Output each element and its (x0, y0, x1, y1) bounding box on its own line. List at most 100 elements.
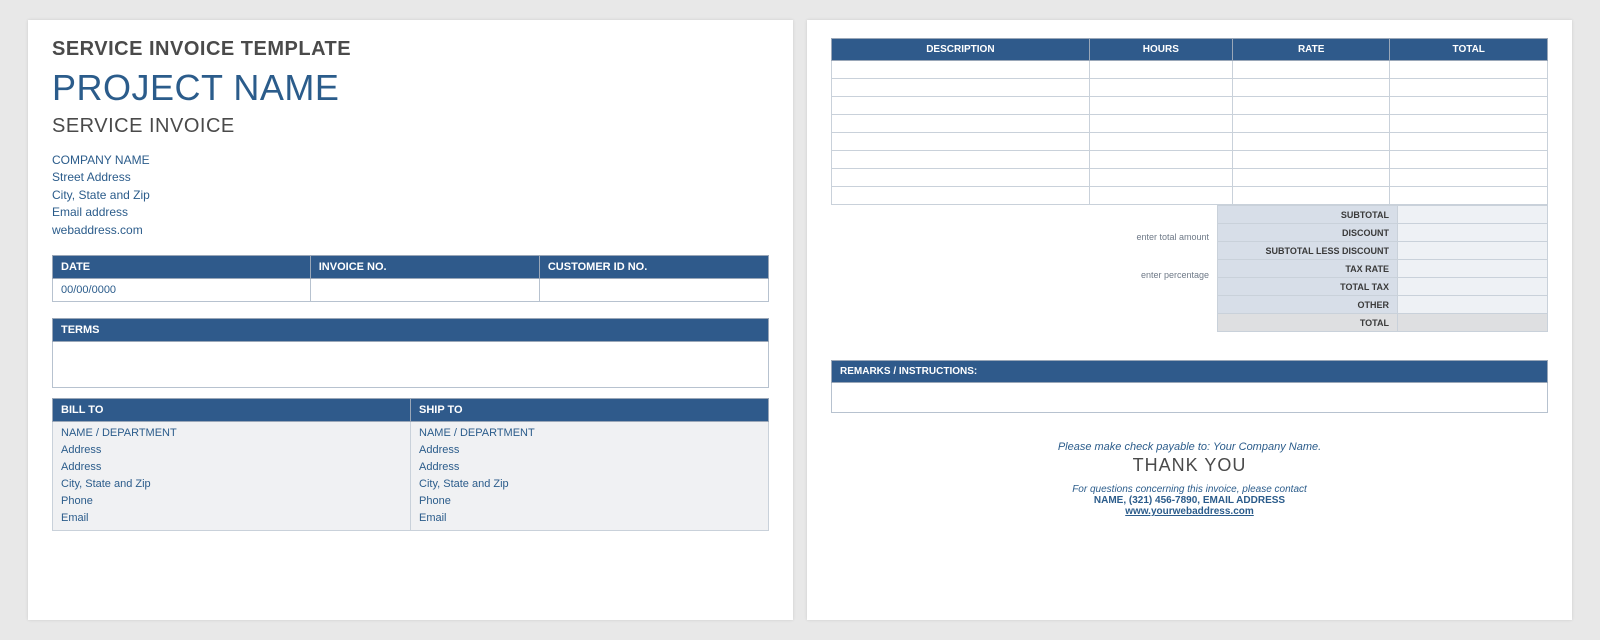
table-cell[interactable] (1232, 61, 1390, 79)
remarks-header: REMARKS / INSTRUCTIONS: (831, 360, 1548, 383)
date-value[interactable]: 00/00/0000 (53, 278, 311, 301)
table-cell[interactable] (1390, 169, 1548, 187)
table-cell[interactable] (832, 187, 1090, 205)
shipto-line: Address (419, 459, 760, 476)
shipto-line: Address (419, 442, 760, 459)
invoice-header: INVOICE NO. (310, 255, 539, 278)
billto-line: Email (61, 510, 402, 527)
totals-row: SUBTOTAL (1218, 206, 1548, 224)
totals-table: SUBTOTALDISCOUNTSUBTOTAL LESS DISCOUNTTA… (1217, 205, 1548, 332)
totals-value[interactable] (1398, 296, 1548, 314)
table-row[interactable] (832, 187, 1548, 205)
table-cell[interactable] (832, 97, 1090, 115)
invoice-page-1: SERVICE INVOICE TEMPLATE PROJECT NAME SE… (28, 20, 793, 620)
shipto-header: SHIP TO (411, 398, 769, 421)
table-cell[interactable] (1232, 115, 1390, 133)
company-block: COMPANY NAME Street Address City, State … (52, 152, 769, 239)
col-description: DESCRIPTION (832, 39, 1090, 61)
totals-label: OTHER (1218, 296, 1398, 314)
table-cell[interactable] (1089, 169, 1232, 187)
table-row[interactable] (832, 133, 1548, 151)
table-row[interactable] (832, 151, 1548, 169)
totals-row: TOTAL TAX (1218, 278, 1548, 296)
totals-value[interactable] (1398, 224, 1548, 242)
totals-value[interactable] (1398, 314, 1548, 332)
billto-line: City, State and Zip (61, 476, 402, 493)
table-cell[interactable] (1390, 187, 1548, 205)
table-cell[interactable] (1089, 187, 1232, 205)
table-cell[interactable] (1232, 187, 1390, 205)
table-row[interactable] (832, 97, 1548, 115)
customer-value[interactable] (539, 278, 768, 301)
company-street: Street Address (52, 169, 769, 186)
terms-table: TERMS (52, 318, 769, 388)
table-cell[interactable] (1232, 97, 1390, 115)
table-cell[interactable] (1232, 169, 1390, 187)
table-row[interactable] (832, 169, 1548, 187)
table-row[interactable] (832, 79, 1548, 97)
totals-value[interactable] (1398, 278, 1548, 296)
totals-hints: enter total amount enter percentage (1136, 205, 1217, 332)
company-name: COMPANY NAME (52, 152, 769, 169)
billto-line: Phone (61, 493, 402, 510)
terms-body[interactable] (53, 341, 769, 387)
table-cell[interactable] (832, 151, 1090, 169)
table-cell[interactable] (1089, 97, 1232, 115)
table-cell[interactable] (1390, 115, 1548, 133)
items-table: DESCRIPTION HOURS RATE TOTAL (831, 38, 1548, 205)
hint-pct: enter percentage (1136, 265, 1209, 285)
table-cell[interactable] (1390, 97, 1548, 115)
shipto-line: City, State and Zip (419, 476, 760, 493)
billto-body[interactable]: NAME / DEPARTMENT Address Address City, … (53, 421, 411, 530)
shipto-line: Email (419, 510, 760, 527)
footer-url[interactable]: www.yourwebaddress.com (831, 506, 1548, 517)
date-header: DATE (53, 255, 311, 278)
meta-table: DATE INVOICE NO. CUSTOMER ID NO. 00/00/0… (52, 255, 769, 302)
address-table: BILL TO SHIP TO NAME / DEPARTMENT Addres… (52, 398, 769, 531)
table-cell[interactable] (832, 133, 1090, 151)
table-cell[interactable] (1089, 133, 1232, 151)
table-cell[interactable] (1232, 79, 1390, 97)
table-cell[interactable] (832, 61, 1090, 79)
totals-section: enter total amount enter percentage SUBT… (831, 205, 1548, 332)
totals-row: TAX RATE (1218, 260, 1548, 278)
table-cell[interactable] (1390, 61, 1548, 79)
table-cell[interactable] (1390, 133, 1548, 151)
totals-value[interactable] (1398, 260, 1548, 278)
invoice-value[interactable] (310, 278, 539, 301)
table-cell[interactable] (1232, 151, 1390, 169)
table-cell[interactable] (1232, 133, 1390, 151)
totals-label: TAX RATE (1218, 260, 1398, 278)
totals-row: DISCOUNT (1218, 224, 1548, 242)
table-cell[interactable] (1089, 151, 1232, 169)
invoice-page-2: DESCRIPTION HOURS RATE TOTAL enter total… (807, 20, 1572, 620)
footer-thanks: THANK YOU (831, 455, 1548, 476)
billto-line: Address (61, 442, 402, 459)
customer-header: CUSTOMER ID NO. (539, 255, 768, 278)
table-cell[interactable] (832, 79, 1090, 97)
template-title: SERVICE INVOICE TEMPLATE (52, 38, 769, 61)
table-cell[interactable] (1089, 61, 1232, 79)
table-cell[interactable] (1089, 115, 1232, 133)
totals-row: TOTAL (1218, 314, 1548, 332)
billto-line: Address (61, 459, 402, 476)
shipto-line: NAME / DEPARTMENT (419, 425, 760, 442)
table-cell[interactable] (832, 169, 1090, 187)
totals-label: TOTAL TAX (1218, 278, 1398, 296)
hint-amount: enter total amount (1136, 227, 1209, 247)
table-cell[interactable] (1390, 79, 1548, 97)
billto-header: BILL TO (53, 398, 411, 421)
table-row[interactable] (832, 115, 1548, 133)
totals-value[interactable] (1398, 206, 1548, 224)
company-csz: City, State and Zip (52, 187, 769, 204)
totals-value[interactable] (1398, 242, 1548, 260)
col-rate: RATE (1232, 39, 1390, 61)
remarks-body[interactable] (831, 383, 1548, 413)
table-row[interactable] (832, 61, 1548, 79)
totals-label: DISCOUNT (1218, 224, 1398, 242)
shipto-body[interactable]: NAME / DEPARTMENT Address Address City, … (411, 421, 769, 530)
totals-row: OTHER (1218, 296, 1548, 314)
table-cell[interactable] (1089, 79, 1232, 97)
table-cell[interactable] (832, 115, 1090, 133)
table-cell[interactable] (1390, 151, 1548, 169)
